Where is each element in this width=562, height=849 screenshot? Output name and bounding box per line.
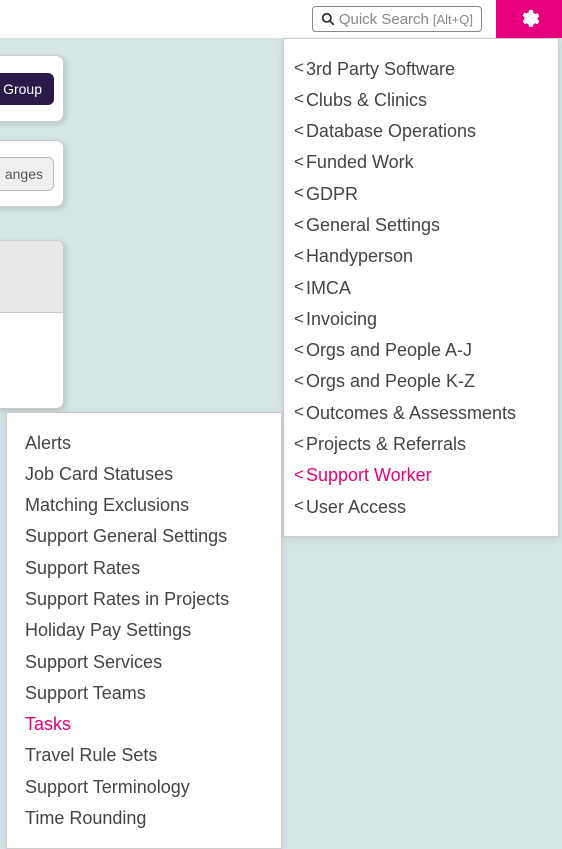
menu-item-label: General Settings — [306, 213, 440, 237]
menu-item-label: Orgs and People K-Z — [306, 369, 475, 393]
left-panel-changes: anges — [0, 140, 64, 207]
chevron-left-icon: < — [294, 214, 304, 237]
submenu-item[interactable]: Tasks — [25, 709, 269, 740]
settings-submenu: AlertsJob Card StatusesMatching Exclusio… — [6, 412, 282, 849]
menu-item[interactable]: <Orgs and People A-J — [294, 335, 546, 366]
chevron-left-icon: < — [294, 182, 304, 205]
menu-item-label: Clubs & Clinics — [306, 88, 427, 112]
chevron-left-icon: < — [294, 57, 304, 80]
chevron-left-icon: < — [294, 339, 304, 362]
submenu-item[interactable]: Time Rounding — [25, 803, 269, 834]
menu-item[interactable]: <User Access — [294, 491, 546, 522]
chevron-left-icon: < — [294, 276, 304, 299]
group-button[interactable]: Group — [0, 73, 54, 105]
menu-item[interactable]: <Database Operations — [294, 116, 546, 147]
search-icon — [321, 12, 335, 26]
menu-item-label: GDPR — [306, 182, 358, 206]
menu-item[interactable]: <Outcomes & Assessments — [294, 397, 546, 428]
menu-item[interactable]: <Funded Work — [294, 147, 546, 178]
menu-item-label: Support Worker — [306, 463, 432, 487]
left-panel-table — [0, 240, 64, 409]
chevron-left-icon: < — [294, 245, 304, 268]
menu-item[interactable]: <3rd Party Software — [294, 53, 546, 84]
submenu-item[interactable]: Matching Exclusions — [25, 490, 269, 521]
menu-item[interactable]: <Orgs and People K-Z — [294, 366, 546, 397]
chevron-left-icon: < — [294, 370, 304, 393]
chevron-left-icon: < — [294, 88, 304, 111]
chevron-left-icon: < — [294, 464, 304, 487]
menu-item-label: Outcomes & Assessments — [306, 401, 516, 425]
menu-item[interactable]: <IMCA — [294, 272, 546, 303]
settings-button[interactable] — [496, 0, 562, 38]
submenu-item[interactable]: Job Card Statuses — [25, 458, 269, 489]
submenu-item[interactable]: Alerts — [25, 427, 269, 458]
menu-item-label: Orgs and People A-J — [306, 338, 472, 362]
chevron-left-icon: < — [294, 401, 304, 424]
submenu-item[interactable]: Travel Rule Sets — [25, 740, 269, 771]
menu-item[interactable]: <Support Worker — [294, 460, 546, 491]
menu-item-label: IMCA — [306, 276, 351, 300]
menu-item[interactable]: <Clubs & Clinics — [294, 84, 546, 115]
changes-button[interactable]: anges — [0, 157, 54, 191]
gear-icon — [518, 8, 540, 30]
table-body — [0, 313, 63, 408]
menu-item-label: Database Operations — [306, 119, 476, 143]
menu-item[interactable]: <Invoicing — [294, 303, 546, 334]
submenu-item[interactable]: Holiday Pay Settings — [25, 615, 269, 646]
menu-item-label: User Access — [306, 495, 406, 519]
submenu-item[interactable]: Support Rates — [25, 552, 269, 583]
menu-item[interactable]: <General Settings — [294, 209, 546, 240]
chevron-left-icon: < — [294, 433, 304, 456]
submenu-item[interactable]: Support Services — [25, 646, 269, 677]
menu-item-label: Projects & Referrals — [306, 432, 466, 456]
menu-item-label: Funded Work — [306, 150, 414, 174]
submenu-item[interactable]: Support General Settings — [25, 521, 269, 552]
menu-item-label: 3rd Party Software — [306, 57, 455, 81]
menu-item-label: Invoicing — [306, 307, 377, 331]
chevron-left-icon: < — [294, 120, 304, 143]
submenu-item[interactable]: Support Teams — [25, 677, 269, 708]
chevron-left-icon: < — [294, 151, 304, 174]
search-input[interactable]: Quick Search [Alt+Q] — [312, 6, 482, 32]
chevron-left-icon: < — [294, 495, 304, 518]
menu-item[interactable]: <Handyperson — [294, 241, 546, 272]
menu-item[interactable]: <Projects & Referrals — [294, 429, 546, 460]
table-header — [0, 241, 63, 313]
top-bar: Quick Search [Alt+Q] — [0, 0, 562, 38]
settings-main-menu: <3rd Party Software<Clubs & Clinics<Data… — [283, 38, 559, 537]
search-shortcut: [Alt+Q] — [433, 12, 473, 27]
search-placeholder: Quick Search — [339, 11, 429, 28]
menu-item-label: Handyperson — [306, 244, 413, 268]
submenu-item[interactable]: Support Terminology — [25, 771, 269, 802]
submenu-item[interactable]: Support Rates in Projects — [25, 583, 269, 614]
menu-item[interactable]: <GDPR — [294, 178, 546, 209]
left-panel-group: Group — [0, 55, 64, 122]
chevron-left-icon: < — [294, 308, 304, 331]
